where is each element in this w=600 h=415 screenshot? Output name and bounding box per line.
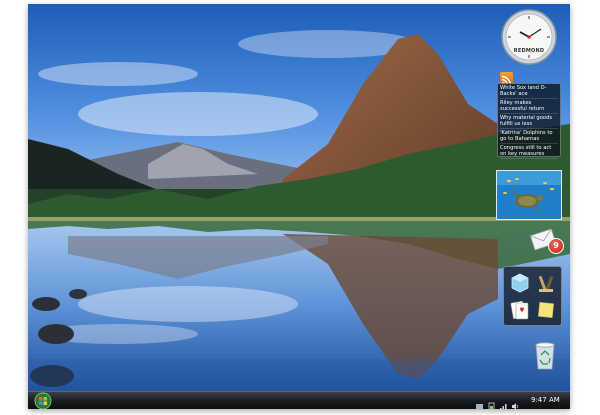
windows-start-orb-icon[interactable] — [33, 392, 53, 409]
system-tray: 9:47 AM — [475, 394, 568, 409]
chess-pieces-icon[interactable] — [536, 272, 556, 294]
feed-headlines-gadget[interactable]: White Sox land D-Backs' ace Riley makes … — [497, 83, 561, 160]
volume-icon[interactable] — [511, 396, 520, 409]
clock-city-label: REDMOND — [513, 48, 545, 54]
battery-icon[interactable] — [487, 396, 496, 409]
signal-icon[interactable] — [499, 396, 508, 409]
sticky-note-icon[interactable] — [536, 299, 556, 321]
clock-gadget[interactable]: REDMOND — [501, 9, 557, 65]
mail-gadget[interactable]: 9 — [529, 226, 565, 256]
analog-clock-icon — [501, 9, 557, 65]
headline-item[interactable]: 'Katrina' Dolphins to go to Bahamas — [500, 130, 558, 145]
mountain-lake-wallpaper — [28, 4, 570, 391]
games-gadget[interactable] — [503, 266, 562, 326]
sea-turtle-photo — [497, 171, 561, 219]
recycle-bin-icon[interactable] — [531, 339, 559, 371]
network-icon[interactable] — [475, 396, 484, 409]
headline-item[interactable]: Riley makes successful return — [500, 100, 558, 115]
taskbar: 9:47 AM — [28, 391, 570, 409]
playing-cards-icon[interactable] — [510, 299, 530, 321]
mail-unread-badge: 9 — [548, 238, 564, 254]
headline-item[interactable]: Why material goods fulfill us less — [500, 115, 558, 130]
headline-item[interactable]: White Sox land D-Backs' ace — [500, 85, 558, 100]
headline-item[interactable]: Congress still to act on key measures — [500, 145, 558, 160]
glass-cube-icon[interactable] — [510, 272, 530, 294]
desktop[interactable]: REDMOND White Sox land D-Backs' ace Rile… — [28, 4, 570, 409]
slideshow-gadget[interactable] — [496, 170, 562, 220]
taskbar-clock[interactable]: 9:47 AM — [531, 396, 560, 404]
